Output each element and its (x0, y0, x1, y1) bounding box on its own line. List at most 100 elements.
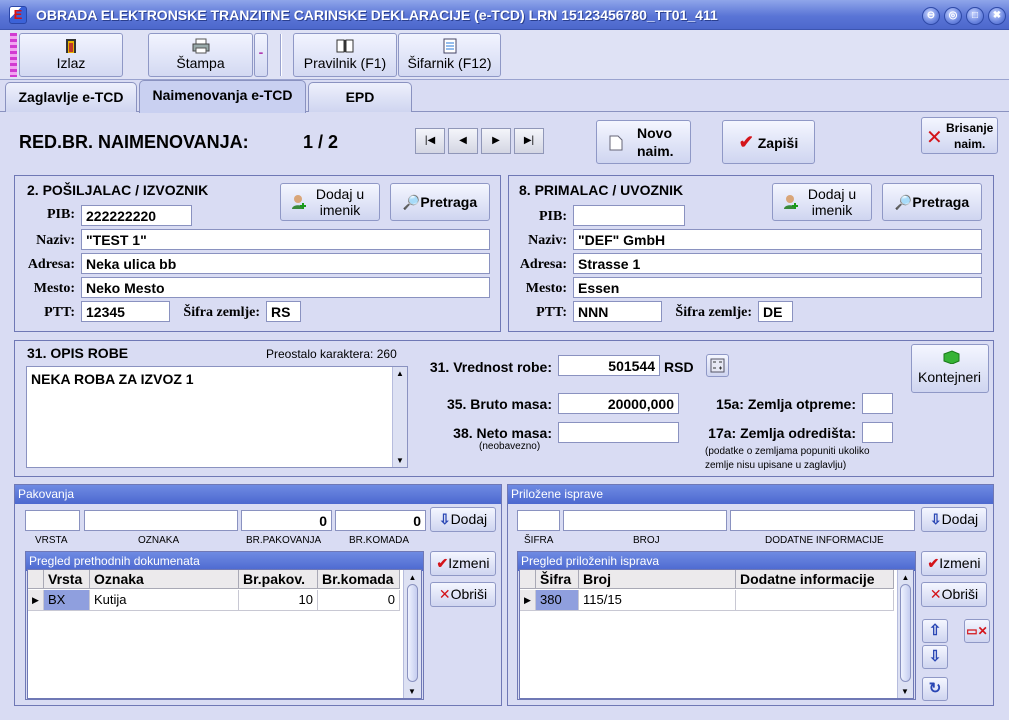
posiljalac-adresa-input[interactable]: Neka ulica bb (81, 253, 490, 274)
column-header-dodatne-informacije[interactable]: Dodatne informacije (736, 570, 894, 589)
primalac-naziv-input[interactable]: "DEF" GmbH (573, 229, 982, 250)
pakovanja-table-scrollbar[interactable]: ▲ ▼ (403, 570, 421, 698)
cell-vrsta[interactable]: BX (44, 590, 90, 611)
sifarnik-button[interactable]: Šifarnik (F12) (398, 33, 501, 77)
posiljalac-naziv-input[interactable]: "TEST 1" (81, 229, 490, 250)
app-icon: E (9, 6, 27, 24)
calculator-icon (710, 358, 725, 376)
pakovanja-dodaj-button[interactable]: ⇩Dodaj (430, 507, 496, 532)
table-row[interactable]: ▶ 380 115/15 (520, 590, 894, 611)
opis-scrollbar[interactable]: ▲ ▼ (392, 367, 407, 467)
neto-label: 38. Neto masa: (453, 425, 552, 441)
move-up-button[interactable]: ⇧ (922, 619, 948, 643)
brisanje-naimenovanja-button[interactable]: ✕ Brisanje naim. (921, 117, 998, 154)
stampa-button[interactable]: Štampa (148, 33, 253, 77)
posiljalac-sifra-zemlje-input[interactable]: RS (266, 301, 301, 322)
arrow-down-icon: ⇩ (438, 511, 451, 527)
isprave-obrisi-button[interactable]: ✕Obriši (921, 582, 987, 607)
toolbar-grip[interactable] (10, 33, 17, 77)
primalac-adresa-input[interactable]: Strasse 1 (573, 253, 982, 274)
pakovanje-oznaka-input[interactable] (84, 510, 238, 531)
posiljalac-mesto-input[interactable]: Neko Mesto (81, 277, 490, 298)
br-pakovanja-input[interactable]: 0 (241, 510, 332, 531)
column-header-br-pakov[interactable]: Br.pakov. (239, 570, 318, 589)
vrednost-input[interactable]: 501544 (558, 355, 660, 376)
maximize-window-button[interactable]: □ (966, 7, 984, 25)
cell-sifra[interactable]: 380 (536, 590, 579, 611)
primalac-pib-label: PIB: (539, 209, 567, 224)
cell-dodatne-informacije[interactable] (736, 590, 894, 611)
scroll-down-arrow-icon[interactable]: ▼ (901, 687, 909, 696)
calculator-button[interactable] (706, 354, 729, 377)
izlaz-button[interactable]: Izlaz (19, 33, 123, 77)
tab-naimenovanja[interactable]: Naimenovanja e-TCD (139, 80, 306, 113)
cell-br-pakov[interactable]: 10 (239, 590, 318, 611)
next-record-button[interactable]: ▶ (481, 128, 511, 154)
close-window-button[interactable]: ✖ (988, 7, 1006, 25)
restore-window-button[interactable]: ◎ (944, 7, 962, 25)
primalac-pretraga-button[interactable]: 🔎Pretraga (882, 183, 982, 221)
cell-broj[interactable]: 115/15 (579, 590, 736, 611)
isprava-sifra-input[interactable] (517, 510, 560, 531)
pakovanja-izmeni-button[interactable]: ✔Izmeni (430, 551, 496, 576)
help-window-button[interactable]: ⊖ (922, 7, 940, 25)
column-header-br-komada[interactable]: Br.komada (318, 570, 400, 589)
row-indicator-header (28, 570, 44, 589)
posiljalac-ptt-input[interactable]: 12345 (81, 301, 170, 322)
scroll-down-arrow-icon[interactable]: ▼ (408, 687, 416, 696)
first-record-button[interactable]: |◀ (415, 128, 445, 154)
kontejneri-button[interactable]: Kontejneri (911, 344, 989, 393)
isprava-broj-input[interactable] (563, 510, 727, 531)
stampa-dropdown-button[interactable]: - (254, 33, 268, 77)
cell-br-komada[interactable]: 0 (318, 590, 400, 611)
checkmark-icon: ✔ (927, 555, 940, 571)
scroll-up-arrow-icon[interactable]: ▲ (404, 573, 421, 582)
table-row[interactable]: ▶ BX Kutija 10 0 (28, 590, 400, 611)
column-header-oznaka[interactable]: Oznaka (90, 570, 239, 589)
primalac-dodaj-u-imenik-button[interactable]: Dodaj u imenik (772, 183, 872, 221)
primalac-ptt-input[interactable]: NNN (573, 301, 662, 322)
scroll-down-arrow-icon[interactable]: ▼ (393, 456, 407, 465)
opis-robe-textarea[interactable]: NEKA ROBA ZA IZVOZ 1 ▲ ▼ (26, 366, 408, 468)
move-down-button[interactable]: ⇩ (922, 645, 948, 669)
zapisi-button[interactable]: ✔ Zapiši (722, 120, 815, 164)
isprave-dodaj-button[interactable]: ⇩Dodaj (921, 507, 987, 532)
isprave-table-scrollbar[interactable]: ▲ ▼ (897, 570, 913, 698)
add-contact-icon (291, 194, 307, 213)
pakovanja-obrisi-button[interactable]: ✕Obriši (430, 582, 496, 607)
primalac-mesto-input[interactable]: Essen (573, 277, 982, 298)
toolbar: Izlaz Štampa - Pravilnik (F1) Šifarnik (… (0, 30, 1009, 80)
posiljalac-pib-input[interactable]: 222222220 (81, 205, 192, 226)
novo-naimenovanje-button[interactable]: Novo naim. (596, 120, 691, 164)
previous-record-button[interactable]: ◀ (448, 128, 478, 154)
primalac-pib-input[interactable] (573, 205, 685, 226)
tab-epd[interactable]: EPD (308, 82, 412, 112)
last-record-button[interactable]: ▶| (514, 128, 544, 154)
br-komada-input[interactable]: 0 (335, 510, 426, 531)
posiljalac-dodaj-u-imenik-button[interactable]: Dodaj u imenik (280, 183, 380, 221)
refresh-button[interactable]: ↻ (922, 677, 948, 701)
clear-list-button[interactable]: ▭✕ (964, 619, 990, 643)
neto-masa-input[interactable] (558, 422, 679, 443)
current-row-indicator-icon: ▶ (520, 590, 536, 611)
scroll-up-arrow-icon[interactable]: ▲ (898, 573, 913, 582)
pakovanje-vrsta-input[interactable] (25, 510, 80, 531)
column-header-vrsta[interactable]: Vrsta (44, 570, 90, 589)
new-document-icon (609, 135, 623, 154)
posiljalac-pretraga-button[interactable]: 🔎Pretraga (390, 183, 490, 221)
zemlja-odredista-input[interactable] (862, 422, 893, 443)
column-header-broj[interactable]: Broj (579, 570, 736, 589)
bruto-masa-input[interactable]: 20000,000 (558, 393, 679, 414)
isprave-izmeni-button[interactable]: ✔Izmeni (921, 551, 987, 576)
isprava-dodatne-informacije-input[interactable] (730, 510, 915, 531)
scrollbar-thumb[interactable] (900, 584, 911, 682)
posiljalac-title: 2. POŠILJALAC / IZVOZNIK (27, 182, 209, 198)
column-header-sifra[interactable]: Šifra (536, 570, 579, 589)
scrollbar-thumb[interactable] (407, 584, 418, 682)
cell-oznaka[interactable]: Kutija (90, 590, 239, 611)
primalac-sifra-zemlje-input[interactable]: DE (758, 301, 793, 322)
scroll-up-arrow-icon[interactable]: ▲ (393, 369, 407, 378)
tab-zaglavlje[interactable]: Zaglavlje e-TCD (5, 82, 137, 112)
pravilnik-button[interactable]: Pravilnik (F1) (293, 33, 397, 77)
zemlja-otpreme-input[interactable] (862, 393, 893, 414)
